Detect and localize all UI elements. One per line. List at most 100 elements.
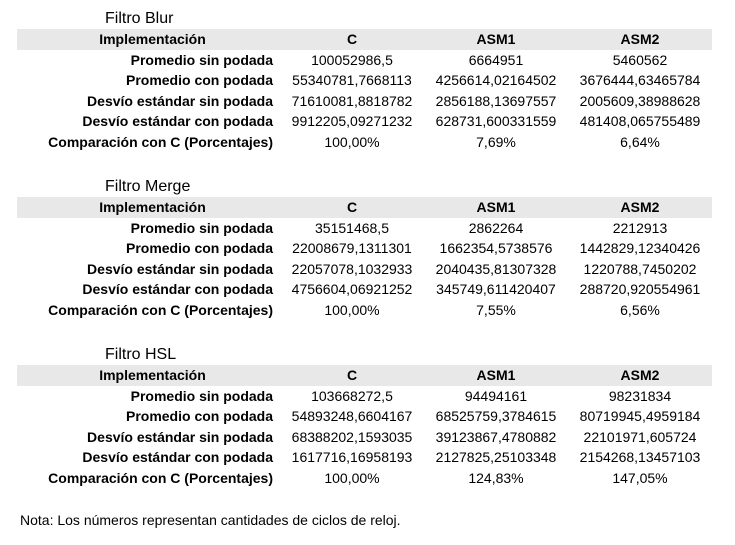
table-row: Desvío estándar con podada 4756604,06921…: [17, 279, 712, 300]
cell-asm2: 147,05%: [612, 469, 668, 486]
cell-c: 55340781,7668113: [292, 72, 412, 89]
table-filtro-hsl: Filtro HSL Implementación C ASM1 ASM2 Pr…: [17, 345, 712, 488]
row-label: Desvío estándar con podada: [82, 449, 273, 466]
cell-asm2: 288720,920554961: [579, 281, 701, 298]
table-header-row: Implementación C ASM1 ASM2: [17, 197, 712, 218]
footnote: Nota: Los números representan cantidades…: [20, 512, 401, 528]
row-label: Promedio sin podada: [130, 387, 273, 404]
cell-asm1: 4256614,02164502: [435, 72, 557, 89]
cell-c: 68388202,1593035: [291, 428, 413, 445]
row-label: Desvío estándar sin podada: [87, 260, 273, 277]
column-header-implementacion: Implementación: [99, 31, 206, 48]
cell-asm1: 7,55%: [476, 301, 516, 318]
column-header-implementacion: Implementación: [99, 367, 206, 384]
cell-asm1: 39123867,4780882: [435, 428, 557, 445]
cell-asm1: 6664951: [468, 51, 524, 68]
cell-asm1: 2127825,25103348: [435, 449, 557, 466]
cell-c: 4756604,06921252: [291, 281, 413, 298]
row-label: Comparación con C (Porcentajes): [48, 133, 273, 150]
cell-asm1: 2856188,13697557: [435, 92, 557, 109]
cell-c: 103668272,5: [311, 387, 393, 404]
cell-c: 9912205,09271232: [291, 113, 413, 130]
row-label: Desvío estándar con podada: [82, 113, 273, 130]
cell-asm1: 2862264: [468, 219, 524, 236]
row-label: Comparación con C (Porcentajes): [48, 469, 273, 486]
cell-asm1: 68525759,3784615: [435, 408, 557, 425]
column-header-implementacion: Implementación: [99, 199, 206, 216]
cell-asm1: 345749,611420407: [436, 281, 556, 298]
table-row: Desvío estándar sin podada 68388202,1593…: [17, 427, 712, 448]
row-label: Comparación con C (Porcentajes): [48, 301, 273, 318]
cell-c: 100,00%: [324, 133, 380, 150]
table-row: Promedio con podada 55340781,7668113 425…: [17, 70, 712, 91]
row-label: Promedio con podada: [125, 408, 273, 425]
cell-asm2: 6,56%: [620, 301, 660, 318]
results-table: Implementación C ASM1 ASM2 Promedio sin …: [17, 197, 712, 320]
column-header-c: C: [346, 199, 358, 216]
cell-c: 54893248,6604167: [291, 408, 413, 425]
table-row: Promedio sin podada 103668272,5 94494161…: [17, 386, 712, 407]
table-row: Promedio sin podada 35151468,5 2862264 2…: [17, 218, 712, 239]
row-label: Desvío estándar sin podada: [87, 428, 273, 445]
table-row: Comparación con C (Porcentajes) 100,00% …: [17, 132, 712, 153]
cell-asm1: 7,69%: [476, 133, 516, 150]
table-title: Filtro Merge: [105, 178, 191, 195]
results-table: Implementación C ASM1 ASM2 Promedio sin …: [17, 29, 712, 152]
table-header-row: Implementación C ASM1 ASM2: [17, 29, 712, 50]
column-header-asm1: ASM1: [476, 367, 516, 384]
table-row: Promedio con podada 22008679,1311301 166…: [17, 238, 712, 259]
column-header-c: C: [346, 31, 358, 48]
cell-c: 1617716,16958193: [291, 449, 413, 466]
cell-asm2: 22101971,605724: [583, 428, 697, 445]
cell-asm2: 1442829,12340426: [579, 240, 701, 257]
table-row: Comparación con C (Porcentajes) 100,00% …: [17, 300, 712, 321]
column-header-asm2: ASM2: [620, 367, 660, 384]
table-row: Promedio con podada 54893248,6604167 685…: [17, 406, 712, 427]
cell-asm1: 94494161: [464, 387, 528, 404]
column-header-asm1: ASM1: [476, 31, 516, 48]
cell-asm2: 6,64%: [620, 133, 660, 150]
results-table: Implementación C ASM1 ASM2 Promedio sin …: [17, 365, 712, 488]
table-row: Desvío estándar sin podada 22057078,1032…: [17, 259, 712, 280]
cell-c: 100,00%: [324, 301, 380, 318]
table-row: Desvío estándar sin podada 71610081,8818…: [17, 91, 712, 112]
cell-asm2: 481408,065755489: [579, 113, 701, 130]
table-title: Filtro HSL: [105, 346, 177, 363]
column-header-asm1: ASM1: [476, 199, 516, 216]
table-row: Desvío estándar con podada 9912205,09271…: [17, 111, 712, 132]
cell-asm1: 124,83%: [468, 469, 524, 486]
cell-asm2: 80719945,4959184: [579, 408, 701, 425]
column-header-c: C: [346, 367, 358, 384]
cell-asm2: 2005609,38988628: [579, 92, 701, 109]
column-header-asm2: ASM2: [620, 31, 660, 48]
cell-asm2: 5460562: [612, 51, 668, 68]
table-row: Desvío estándar con podada 1617716,16958…: [17, 447, 712, 468]
column-header-asm2: ASM2: [620, 199, 660, 216]
cell-c: 100,00%: [324, 469, 380, 486]
table-row: Promedio sin podada 100052986,5 6664951 …: [17, 50, 712, 71]
cell-c: 35151468,5: [315, 219, 389, 236]
row-label: Desvío estándar sin podada: [87, 92, 273, 109]
table-title: Filtro Blur: [105, 10, 174, 27]
cell-asm2: 98231834: [608, 387, 672, 404]
row-label: Promedio con podada: [125, 240, 273, 257]
row-label: Desvío estándar con podada: [82, 281, 273, 298]
row-label: Promedio con podada: [125, 72, 273, 89]
row-label: Promedio sin podada: [130, 219, 273, 236]
cell-asm1: 2040435,81307328: [435, 260, 557, 277]
cell-asm1: 1662354,5738576: [439, 240, 553, 257]
table-header-row: Implementación C ASM1 ASM2: [17, 365, 712, 386]
cell-asm2: 2212913: [612, 219, 668, 236]
cell-asm1: 628731,600331559: [435, 113, 557, 130]
row-label: Promedio sin podada: [130, 51, 273, 68]
cell-asm2: 2154268,13457103: [579, 449, 701, 466]
cell-c: 100052986,5: [311, 51, 393, 68]
cell-asm2: 1220788,7450202: [583, 260, 697, 277]
cell-c: 71610081,8818782: [291, 92, 413, 109]
table-filtro-merge: Filtro Merge Implementación C ASM1 ASM2 …: [17, 177, 712, 320]
cell-c: 22008679,1311301: [292, 240, 412, 257]
cell-asm2: 3676444,63465784: [579, 72, 701, 89]
table-filtro-blur: Filtro Blur Implementación C ASM1 ASM2 P…: [17, 9, 712, 152]
table-row: Comparación con C (Porcentajes) 100,00% …: [17, 468, 712, 489]
cell-c: 22057078,1032933: [291, 260, 413, 277]
